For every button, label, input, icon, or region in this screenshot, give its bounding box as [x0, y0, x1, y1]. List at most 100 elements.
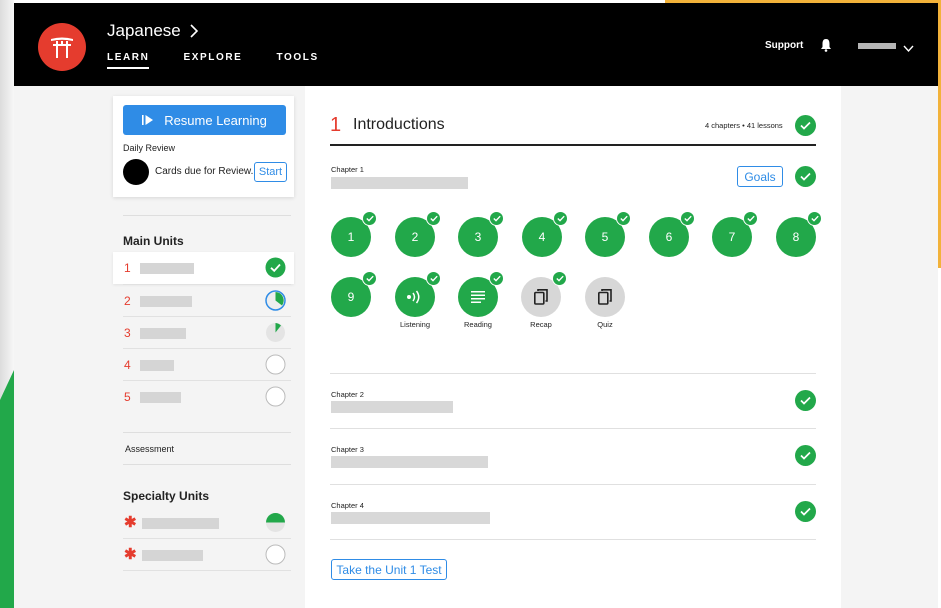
- nav-learn[interactable]: LEARN: [107, 52, 150, 69]
- sidebar-unit-3[interactable]: 3: [113, 317, 294, 349]
- listening-icon: [407, 290, 420, 304]
- chapter-2-title-placeholder: [331, 401, 453, 413]
- sidebar-unit-2[interactable]: 2: [113, 285, 294, 317]
- unit-number-heading: 1: [330, 114, 342, 136]
- chapter-4-label: Chapter 4: [331, 501, 364, 510]
- lesson-complete-badge-icon: [680, 211, 695, 226]
- daily-review-label: Daily Review: [123, 143, 176, 153]
- progress-pie-icon: [265, 290, 286, 311]
- resume-learning-label: Resume Learning: [164, 112, 267, 128]
- play-icon: [142, 115, 154, 125]
- specialty-star-icon: ✱: [124, 546, 137, 563]
- lesson-number: 1: [347, 230, 355, 244]
- resume-learning-button[interactable]: Resume Learning: [123, 105, 286, 135]
- lesson-complete-badge-icon: [426, 271, 441, 286]
- lesson-complete-badge-icon: [362, 211, 377, 226]
- main-nav: LEARN EXPLORE TOOLS: [107, 52, 319, 69]
- lesson-3-button[interactable]: 3: [458, 211, 504, 257]
- chapter-divider: [330, 484, 816, 485]
- unit-number: 2: [124, 294, 131, 308]
- header-rule: [330, 144, 816, 146]
- lesson-7-button[interactable]: 7: [712, 211, 758, 257]
- row-divider: [123, 570, 291, 571]
- chapter-1-check-icon: [795, 166, 816, 187]
- chapter-divider: [330, 373, 816, 374]
- unit-meta: 4 chapters • 41 lessons: [705, 121, 783, 130]
- lesson-complete-badge-icon: [426, 211, 441, 226]
- sidebar-divider: [123, 215, 291, 216]
- chapter-2-check-icon: [795, 390, 816, 411]
- lesson-complete-badge-icon: [362, 271, 377, 286]
- lesson-5-button[interactable]: 5: [585, 211, 631, 257]
- nav-tools[interactable]: TOOLS: [276, 52, 318, 69]
- unit-number: 4: [124, 358, 131, 372]
- reading-label: Reading: [464, 320, 492, 329]
- language-label: Japanese: [107, 21, 181, 40]
- unit-title-placeholder: [142, 550, 203, 561]
- main-panel: [305, 86, 841, 608]
- bell-icon[interactable]: [820, 38, 832, 57]
- lesson-9-button[interactable]: 9: [331, 271, 377, 317]
- sidebar-unit-4[interactable]: 4: [113, 349, 294, 381]
- listening-label: Listening: [399, 320, 431, 329]
- lesson-number: 3: [474, 230, 482, 244]
- main-units-heading: Main Units: [123, 234, 184, 248]
- unit-title-placeholder: [140, 263, 194, 274]
- unit-title-placeholder: [140, 392, 181, 403]
- lesson-complete-badge-icon: [552, 271, 567, 286]
- page-title: Introductions: [353, 116, 445, 133]
- unit-title-placeholder: [140, 296, 192, 307]
- lesson-complete-badge-icon: [553, 211, 568, 226]
- cards-icon: [534, 289, 548, 305]
- cards-due-text: Cards due for Review.: [155, 166, 254, 177]
- specialty-star-icon: ✱: [124, 514, 137, 531]
- assessment-link[interactable]: Assessment: [125, 444, 174, 454]
- decorative-green-shape: [0, 370, 14, 608]
- quiz-button[interactable]: [585, 277, 625, 317]
- unit-number: 1: [124, 261, 131, 275]
- reading-icon: [471, 291, 485, 303]
- lesson-2-button[interactable]: 2: [395, 211, 441, 257]
- chevron-down-icon[interactable]: [903, 40, 914, 58]
- lesson-number: 6: [665, 230, 673, 244]
- empty-circle-icon: [265, 544, 286, 565]
- sidebar-unit-5[interactable]: 5: [113, 381, 294, 413]
- lesson-1-button[interactable]: 1: [331, 211, 377, 257]
- progress-pie-icon: [265, 512, 286, 533]
- chapter-3-title-placeholder: [331, 456, 488, 468]
- torii-logo-icon[interactable]: [38, 23, 86, 71]
- empty-circle-icon: [265, 354, 286, 375]
- take-unit-test-button[interactable]: Take the Unit 1 Test: [331, 559, 447, 580]
- specialty-unit-1[interactable]: ✱: [113, 507, 294, 539]
- sidebar-divider: [123, 432, 291, 433]
- lesson-number: 4: [538, 230, 546, 244]
- empty-circle-icon: [265, 386, 286, 407]
- specialty-units-heading: Specialty Units: [123, 489, 210, 503]
- account-name-placeholder[interactable]: [858, 43, 896, 49]
- cards-icon: [598, 289, 612, 305]
- reading-button[interactable]: [458, 271, 504, 317]
- chevron-right-icon: [190, 24, 198, 38]
- listening-button[interactable]: [395, 271, 441, 317]
- chapter-2-label: Chapter 2: [331, 390, 364, 399]
- start-review-button[interactable]: Start: [254, 162, 287, 182]
- unit-title-placeholder: [142, 518, 219, 529]
- chapter-1-title-placeholder: [331, 177, 468, 189]
- lesson-number: 2: [411, 230, 419, 244]
- lesson-4-button[interactable]: 4: [522, 211, 568, 257]
- unit-title-placeholder: [140, 360, 174, 371]
- resume-card: Resume Learning Daily Review Cards due f…: [113, 96, 294, 197]
- recap-button[interactable]: [521, 271, 567, 317]
- lesson-number: 9: [347, 290, 355, 304]
- goals-button[interactable]: Goals: [737, 166, 783, 187]
- specialty-unit-2[interactable]: ✱: [113, 539, 294, 571]
- chapter-4-check-icon: [795, 501, 816, 522]
- lesson-complete-badge-icon: [489, 271, 504, 286]
- sidebar-unit-1[interactable]: 1: [113, 252, 294, 284]
- support-link[interactable]: Support: [765, 40, 803, 51]
- language-selector[interactable]: Japanese: [107, 21, 198, 41]
- lesson-6-button[interactable]: 6: [649, 211, 695, 257]
- nav-explore[interactable]: EXPLORE: [183, 52, 242, 69]
- lesson-8-button[interactable]: 8: [776, 211, 822, 257]
- sidebar-divider: [123, 464, 291, 465]
